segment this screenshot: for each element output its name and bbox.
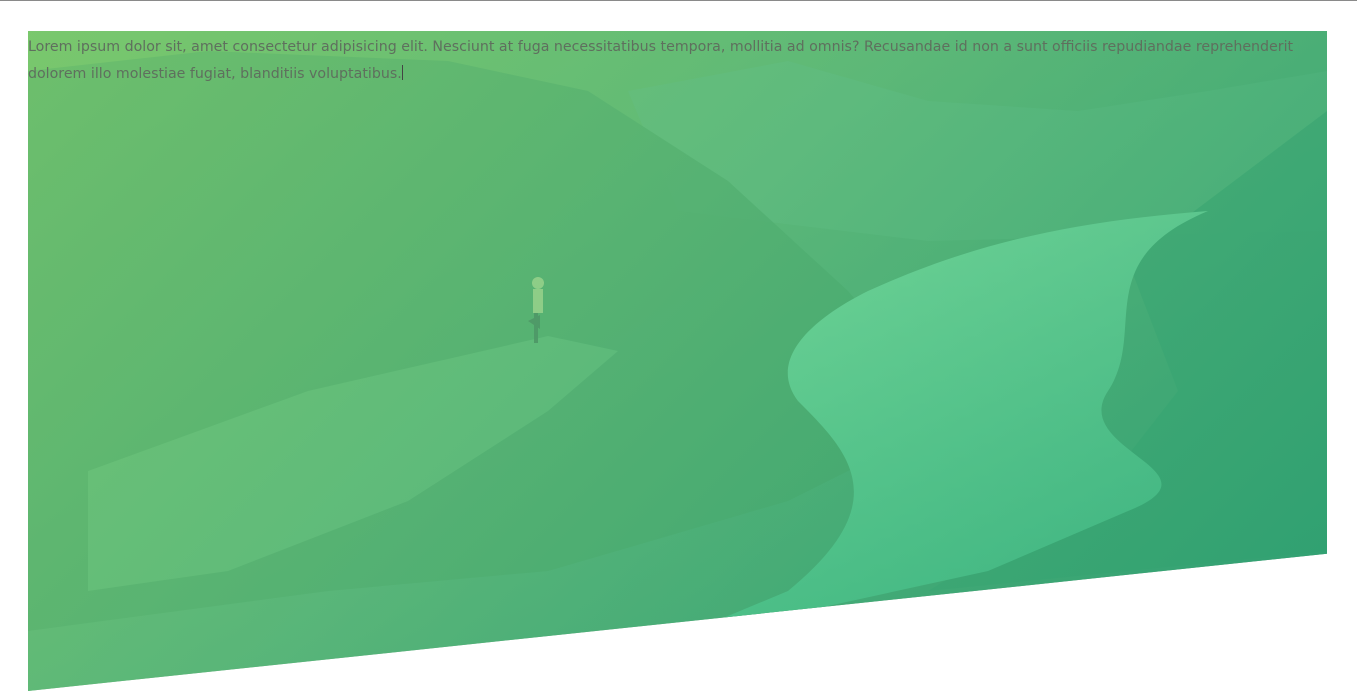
- hero-paragraph-text: Lorem ipsum dolor sit, amet consectetur …: [28, 39, 1294, 82]
- green-gradient-overlay: [28, 31, 1327, 691]
- top-border-line: [0, 0, 1357, 1]
- hero-paragraph[interactable]: Lorem ipsum dolor sit, amet consectetur …: [28, 34, 1318, 88]
- text-caret: [401, 65, 403, 80]
- hero-section: Lorem ipsum dolor sit, amet consectetur …: [28, 31, 1327, 691]
